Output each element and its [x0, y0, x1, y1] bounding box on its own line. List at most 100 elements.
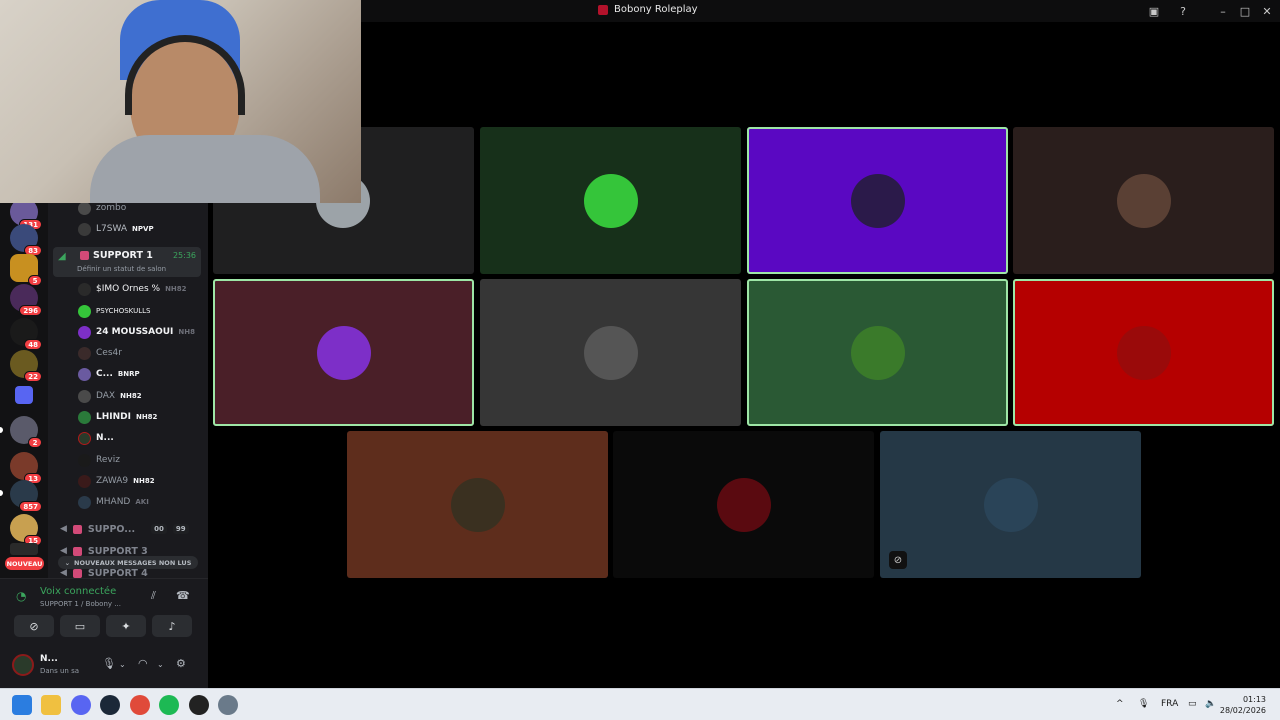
- window-title: Bobony Roleplay: [598, 4, 698, 15]
- screen-share-icon: ▭: [74, 619, 86, 633]
- member-tag: AKI: [135, 498, 149, 506]
- member-tag: NH82: [133, 477, 155, 485]
- minimize-button[interactable]: –: [1215, 3, 1231, 19]
- unread-label: NOUVEAUX MESSAGES NON LUS: [74, 558, 192, 567]
- participant-tile[interactable]: [613, 431, 874, 578]
- participant-tile[interactable]: [480, 127, 741, 274]
- member-name: DAX: [96, 391, 116, 401]
- microphone-icon[interactable]: 🎙: [1138, 699, 1149, 709]
- participant-avatar: [583, 325, 638, 380]
- participant-tile[interactable]: [1013, 127, 1274, 274]
- member-name: L7SWA: [96, 224, 128, 234]
- server-icon[interactable]: 15: [10, 514, 42, 546]
- webcam-overlay: [0, 0, 361, 203]
- voice-member[interactable]: L7SWA NPVP: [78, 220, 154, 238]
- voice-member[interactable]: DAX NH82: [78, 387, 142, 405]
- chrome-icon[interactable]: [130, 695, 150, 715]
- voice-member[interactable]: C... BNRP: [78, 365, 140, 383]
- chevron-down-icon[interactable]: ⌄: [157, 660, 164, 669]
- voice-connected-status[interactable]: Voix connectée: [40, 586, 116, 597]
- spotify-icon[interactable]: [159, 695, 179, 715]
- server-icon[interactable]: 22: [10, 350, 42, 382]
- inbox-icon[interactable]: ▣: [1146, 3, 1162, 19]
- unread-messages-pill[interactable]: ⌄ NOUVEAUX MESSAGES NON LUS: [58, 556, 198, 569]
- participant-avatar: [983, 477, 1038, 532]
- network-icon[interactable]: ▭: [1188, 699, 1197, 709]
- user-avatar[interactable]: [12, 654, 34, 676]
- voice-member[interactable]: 24 MOUSSAOUI NH8: [78, 323, 195, 341]
- voice-member[interactable]: Ces4r: [78, 344, 122, 362]
- server-icon[interactable]: 83: [10, 224, 42, 256]
- headphones-icon[interactable]: ◠: [138, 657, 148, 670]
- voice-member[interactable]: $IMO Ornes % NH82: [78, 280, 187, 298]
- voice-member[interactable]: MHAND AKI: [78, 493, 149, 511]
- app-icon[interactable]: [189, 695, 209, 715]
- voice-channel-support-2[interactable]: ◀ SUPPO... 00 99: [60, 520, 189, 538]
- settings-gear-icon[interactable]: ⚙: [176, 657, 186, 670]
- participant-avatar: [850, 173, 905, 228]
- member-tag: NH82: [120, 392, 142, 400]
- file-explorer-icon[interactable]: [41, 695, 61, 715]
- user-name[interactable]: N...: [40, 654, 58, 664]
- windows-taskbar: ^ 🎙 FRA ▭ 🔈 01:13 28/02/2026: [0, 688, 1280, 720]
- discord-window: Bobony Roleplay ▣ ? – □ ✕ 131 83 5 296 4…: [0, 0, 1280, 720]
- soundboard-button[interactable]: ♪: [152, 615, 192, 637]
- unread-pill: [0, 427, 3, 433]
- mention-badge: 48: [24, 339, 42, 350]
- participant-tile[interactable]: ⊘: [880, 431, 1141, 578]
- voice-member[interactable]: N...: [78, 429, 114, 447]
- server-icon[interactable]: 857: [10, 480, 42, 512]
- volume-icon[interactable]: 🔈: [1205, 699, 1216, 709]
- participant-tile[interactable]: [480, 279, 741, 426]
- participant-tile[interactable]: [747, 127, 1008, 274]
- clock-date: 28/02/2026: [1219, 706, 1266, 715]
- participant-avatar: [583, 173, 638, 228]
- member-name: MHAND: [96, 497, 131, 507]
- start-button[interactable]: [12, 695, 32, 715]
- voice-location[interactable]: SUPPORT 1 / Bobony ...: [40, 600, 121, 608]
- language-indicator[interactable]: FRA: [1161, 699, 1178, 709]
- participant-avatar: [716, 477, 771, 532]
- microphone-icon[interactable]: 🎙: [102, 657, 116, 670]
- system-clock[interactable]: 01:13 28/02/2026: [1220, 694, 1266, 716]
- voice-member[interactable]: Reviz: [78, 451, 120, 469]
- channel-sidebar: zombo L7SWA NPVP ◢ SUPPORT 1 25:36 Défin…: [48, 200, 208, 578]
- new-servers-badge[interactable]: NOUVEAU: [5, 557, 44, 570]
- server-icon[interactable]: [10, 543, 38, 555]
- participant-avatar: [850, 325, 905, 380]
- server-icon[interactable]: 2: [10, 416, 42, 448]
- close-button[interactable]: ✕: [1259, 3, 1275, 19]
- steam-icon[interactable]: [100, 695, 120, 715]
- voice-member[interactable]: ZAWA9 NH82: [78, 472, 155, 490]
- maximize-button[interactable]: □: [1237, 3, 1253, 19]
- noise-suppression-icon[interactable]: ⫽: [151, 589, 156, 603]
- activities-button[interactable]: ✦: [106, 615, 146, 637]
- folder-icon[interactable]: [15, 386, 33, 404]
- settings-icon[interactable]: [218, 695, 238, 715]
- chevron-down-icon[interactable]: ⌄: [119, 660, 126, 669]
- disconnect-icon[interactable]: ☎: [176, 589, 190, 602]
- participant-tile[interactable]: [747, 279, 1008, 426]
- avatar: [78, 389, 91, 403]
- participant-avatar: [450, 477, 505, 532]
- show-hidden-icons-icon[interactable]: ^: [1116, 699, 1124, 709]
- server-icon[interactable]: 48: [10, 318, 42, 350]
- voice-channel-support-1[interactable]: ◢ SUPPORT 1 25:36 Définir un statut de s…: [53, 247, 201, 277]
- channel-name: SUPPORT 4: [87, 567, 148, 579]
- discord-icon[interactable]: [71, 695, 91, 715]
- channel-emoji-icon: [72, 524, 82, 534]
- channel-status-hint[interactable]: Définir un statut de salon: [77, 265, 166, 273]
- camera-button[interactable]: ⊘: [14, 615, 54, 637]
- server-icon[interactable]: 13: [10, 452, 42, 484]
- voice-member[interactable]: LHINDI NH82: [78, 408, 157, 426]
- user-status: Dans un sa: [40, 667, 80, 675]
- help-icon[interactable]: ?: [1175, 3, 1191, 19]
- channel-name: SUPPORT 3: [87, 545, 148, 557]
- screen-share-button[interactable]: ▭: [60, 615, 100, 637]
- participant-tile[interactable]: [213, 279, 474, 426]
- server-icon[interactable]: 296: [10, 284, 42, 316]
- voice-member[interactable]: PSYCHOSKULLS: [78, 302, 150, 320]
- server-icon[interactable]: 5: [10, 254, 42, 286]
- participant-tile[interactable]: [347, 431, 608, 578]
- participant-tile[interactable]: [1013, 279, 1274, 426]
